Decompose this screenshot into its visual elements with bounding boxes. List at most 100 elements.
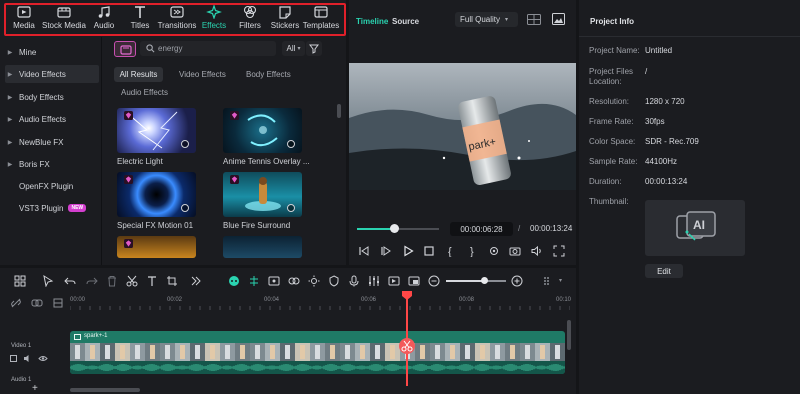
timeline-horizontal-scrollbar[interactable] [70,388,140,392]
total-time-display: 00:00:13:24 [530,224,573,233]
filter-button[interactable] [306,41,322,56]
download-icon[interactable] [181,140,189,148]
microphone-icon[interactable] [348,275,360,287]
info-key: Duration: [589,177,622,186]
text-tool-icon[interactable] [146,275,158,287]
download-icon[interactable] [181,204,189,212]
clip-frame-subject [420,345,425,359]
render-settings-icon[interactable] [488,245,500,257]
chevron-down-icon: ▾ [505,17,509,23]
clip-frame-subject [120,345,125,359]
sidebar-item-label: Audio Effects [19,114,66,124]
stop-icon[interactable] [423,245,435,257]
clip-frame-subject [465,345,470,359]
category-tab-all-results[interactable]: All Results [114,67,163,82]
eye-icon[interactable] [38,356,48,361]
sidebar-item-boris-fx[interactable]: ▶ Boris FX [5,155,99,173]
clip-frame-subject [285,345,290,359]
redo-icon[interactable] [86,275,98,287]
info-value: / [645,67,648,76]
playhead-handle[interactable] [402,291,412,300]
layout-grid-icon[interactable] [14,275,26,287]
snapshot-icon[interactable] [552,13,565,25]
library-button[interactable] [114,41,136,57]
chevron-down-icon[interactable]: ▾ [559,277,562,284]
video-clip[interactable] [70,331,565,374]
crop-icon[interactable] [166,275,178,287]
ruler-tick-label: 00:02 [167,297,183,303]
color-match-icon[interactable] [288,275,300,287]
sidebar-item-audio-effects[interactable]: ▶ Audio Effects [5,110,99,128]
download-icon[interactable] [287,204,295,212]
ai-mate-icon[interactable] [228,275,240,287]
delete-icon[interactable] [106,275,118,287]
shield-icon[interactable] [328,275,340,287]
mark-out-icon[interactable]: } [467,245,479,257]
library-scrollbar[interactable] [337,104,341,118]
info-value: 44100Hz [645,157,678,166]
step-back-icon[interactable] [380,245,392,257]
chevron-right-icon: ▶ [7,161,13,168]
more-icon[interactable] [190,275,202,287]
speaker-icon[interactable] [24,355,29,362]
scissors-icon[interactable] [126,275,138,287]
edit-thumbnail-button[interactable]: Edit [645,264,683,278]
select-tool-icon[interactable] [42,275,54,287]
media-import-icon[interactable] [388,275,400,287]
clip-frame-subject [435,345,440,359]
clip-frame-subject [165,345,170,359]
sidebar-item-openfx-plugin[interactable]: OpenFX Plugin [5,177,99,195]
keyframe-icon[interactable] [268,275,280,287]
filter-all-dropdown[interactable]: All ▾ [282,41,305,56]
sidebar-item-body-effects[interactable]: ▶ Body Effects [5,88,99,106]
category-tab-audio-effects[interactable]: Audio Effects [121,85,168,100]
camera-icon[interactable] [509,245,521,257]
sidebar-item-label: Boris FX [19,159,50,169]
grid-view-icon[interactable] [527,14,541,25]
sidebar-item-vst3-plugin[interactable]: VST3 Plugin NEW [5,199,99,217]
current-time-display: 00:00:06:28 [450,222,513,236]
quality-dropdown[interactable]: Full Quality ▾ [455,12,518,27]
play-icon[interactable] [402,245,414,257]
info-key: Thumbnail: [589,197,629,206]
clip-frame-subject [180,345,185,359]
track-settings-icon[interactable] [53,298,63,308]
clip-frame-subject [90,345,95,359]
split-scissors-icon[interactable] [399,338,415,354]
playback-progress-handle[interactable] [390,224,399,233]
clip-frame-subject [375,345,380,359]
zoom-out-icon[interactable] [428,275,440,287]
category-tab-body-effects[interactable]: Body Effects [246,67,291,82]
zoom-in-icon[interactable] [511,275,523,287]
volume-icon[interactable] [531,245,543,257]
effect-thumbnail-row3-b[interactable] [223,236,302,258]
timeline-ruler[interactable] [70,296,570,310]
snap-icon[interactable] [248,275,260,287]
picture-in-picture-icon[interactable] [408,275,420,287]
info-key: Project Name: [589,46,640,55]
sun-icon[interactable] [308,275,320,287]
info-key: Color Space: [589,137,636,146]
sidebar-item-video-effects[interactable]: ▶ Video Effects [5,65,99,83]
tab-source[interactable]: Source [392,17,419,26]
zoom-slider-handle[interactable] [481,277,488,284]
sidebar-item-mine[interactable]: ▶ Mine [5,43,99,61]
timeline-vertical-scrollbar[interactable] [567,320,571,350]
audio-mixer-icon[interactable] [368,275,380,287]
skip-back-icon[interactable] [358,245,370,257]
unlink-icon[interactable] [11,298,21,308]
tab-timeline[interactable]: Timeline [356,17,388,26]
clip-frame-subject [255,345,260,359]
sidebar-item-newblue-fx[interactable]: ▶ NewBlue FX [5,133,99,151]
download-icon[interactable] [287,140,295,148]
clip-frame-subject [540,345,545,359]
add-track-icon[interactable]: + [32,383,38,394]
link-icon[interactable] [31,298,43,308]
category-tab-video-effects[interactable]: Video Effects [179,67,226,82]
mark-in-icon[interactable]: { [445,245,457,257]
fullscreen-icon[interactable] [553,245,565,257]
effect-label: Anime Tennis Overlay ... [223,157,310,166]
undo-icon[interactable] [64,275,76,287]
video-track-icon[interactable] [10,355,17,362]
grid-dots-icon[interactable] [542,275,554,287]
